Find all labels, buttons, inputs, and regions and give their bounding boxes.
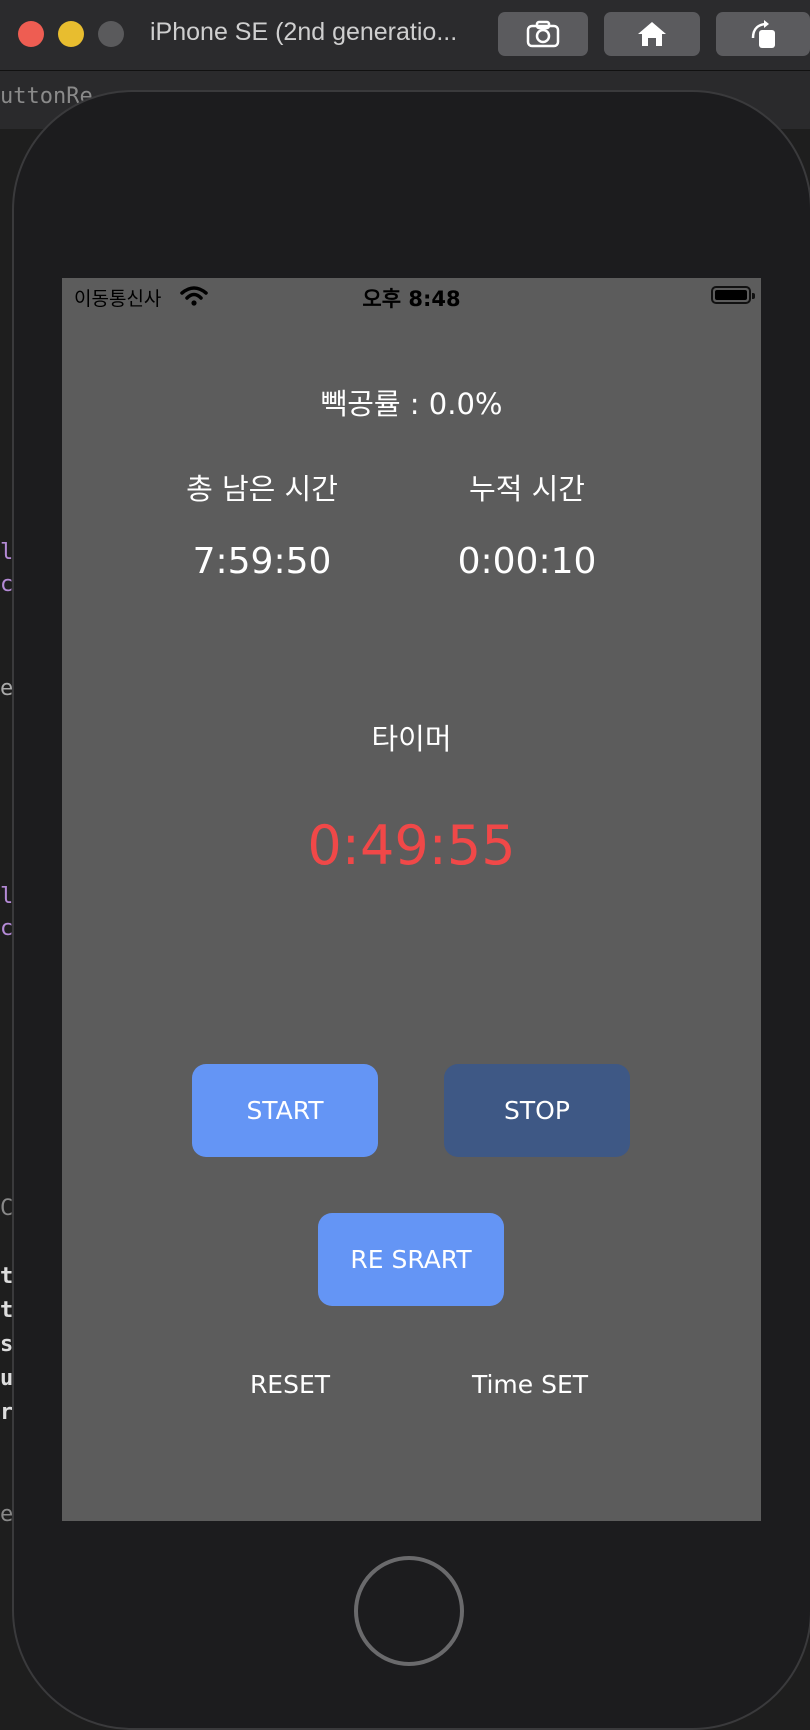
accumulated-time-value: 0:00:10	[457, 541, 597, 582]
minimize-window-button[interactable]	[58, 21, 84, 47]
simulator-title-bar: iPhone SE (2nd generatio...	[0, 0, 810, 71]
completion-rate-label: 빽공률 : 0.0%	[320, 387, 503, 421]
timer-value: 0:49:55	[307, 814, 516, 877]
battery-icon	[711, 286, 755, 304]
status-bar: 이동통신사 오후 8:48	[62, 278, 761, 314]
reset-button[interactable]: RESET	[190, 1370, 390, 1399]
zoom-window-button[interactable]	[98, 21, 124, 47]
close-window-button[interactable]	[18, 21, 44, 47]
time-set-button[interactable]: Time SET	[430, 1370, 630, 1399]
screenshot-button[interactable]	[498, 12, 588, 56]
remaining-time-value: 7:59:50	[192, 541, 332, 582]
start-button[interactable]: START	[192, 1064, 378, 1157]
app-screen: 이동통신사 오후 8:48 빽공률 : 0.0% 총 남은 시간 누적 시간 7…	[62, 278, 761, 1521]
simulator-title: iPhone SE (2nd generatio...	[150, 18, 458, 46]
home-button[interactable]	[604, 12, 700, 56]
status-time: 오후 8:48	[362, 287, 461, 311]
home-icon	[638, 22, 666, 46]
restart-button[interactable]: RE SRART	[318, 1213, 504, 1306]
screenshot-icon	[526, 20, 560, 48]
stop-button[interactable]: STOP	[444, 1064, 630, 1157]
timer-label: 타이머	[371, 722, 452, 756]
accumulated-time-label: 누적 시간	[469, 472, 585, 506]
device-home-button[interactable]	[354, 1556, 464, 1666]
remaining-time-label: 총 남은 시간	[186, 472, 338, 506]
rotate-icon	[751, 20, 775, 48]
rotate-button[interactable]	[716, 12, 810, 56]
